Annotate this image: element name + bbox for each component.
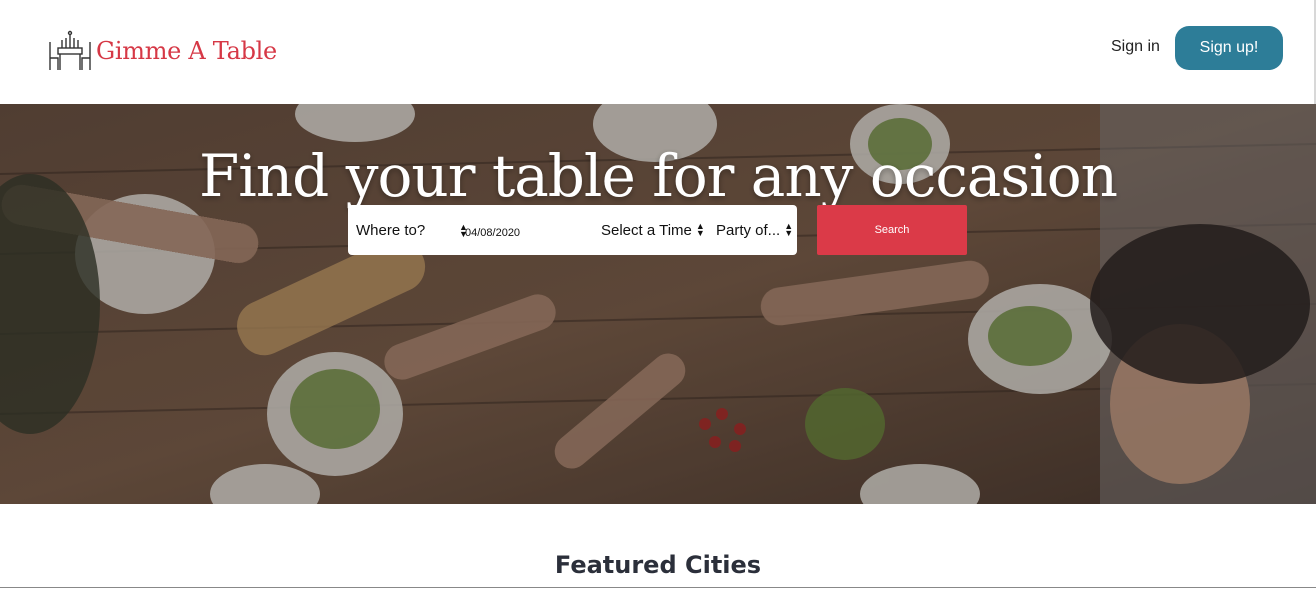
hero-banner: Find your table for any occasion Where t…: [0, 104, 1316, 504]
search-button[interactable]: Search: [817, 205, 967, 255]
section-divider: [0, 587, 1316, 588]
date-value: 04/08/2020: [465, 227, 521, 239]
time-select[interactable]: Select a Time ▲ ▼: [601, 205, 709, 255]
time-label: Select a Time: [601, 221, 692, 239]
site-header: Gimme A Table Sign in Sign up!: [0, 0, 1316, 104]
dining-table-icon: [49, 30, 91, 70]
date-input[interactable]: 04/08/2020: [453, 205, 593, 255]
search-form: Where to? ▲ ▼ 04/08/2020 Select a Time ▲ ▼…: [348, 205, 797, 255]
sign-up-button[interactable]: Sign up!: [1175, 26, 1283, 70]
logo[interactable]: Gimme A Table: [48, 30, 277, 72]
time-updown-icon: ▲ ▼: [695, 221, 705, 238]
where-label: Where to?: [356, 221, 426, 239]
featured-cities-heading: Featured Cities: [554, 551, 762, 579]
logo-text: Gimme A Table: [96, 37, 277, 65]
party-label: Party of...: [716, 221, 781, 239]
party-updown-icon: ▲ ▼: [784, 221, 794, 238]
party-select[interactable]: Party of... ▲ ▼: [716, 205, 796, 255]
sign-in-link[interactable]: Sign in: [1111, 38, 1160, 56]
hero-title: Find your table for any occasion: [199, 142, 1118, 210]
